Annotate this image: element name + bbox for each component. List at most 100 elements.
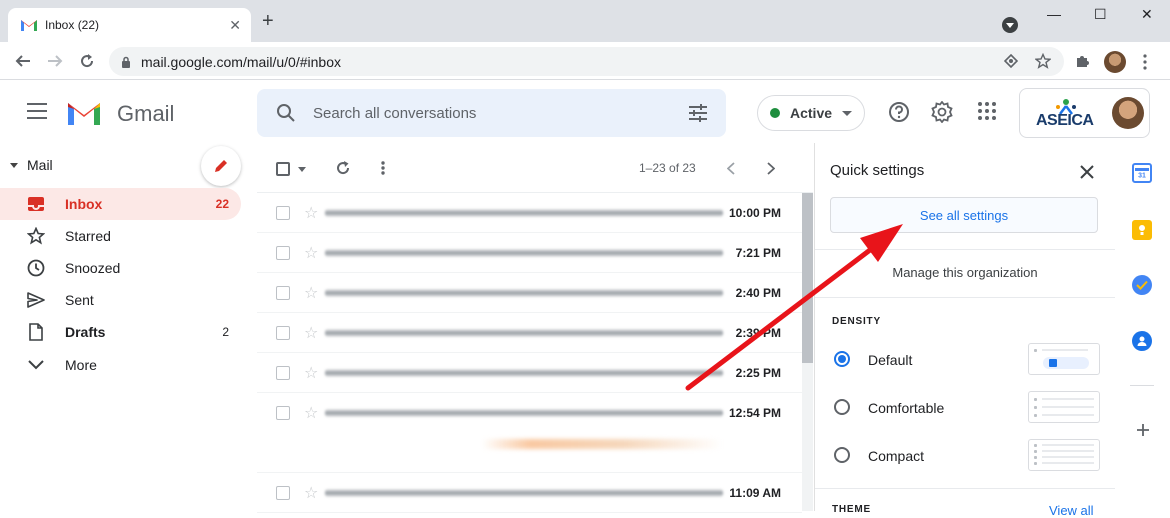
window-maximize-button[interactable]: ☐ — [1094, 6, 1107, 23]
select-all-checkbox[interactable] — [276, 162, 290, 176]
row-checkbox[interactable] — [276, 206, 290, 220]
bookmark-star-icon[interactable] — [1035, 53, 1051, 69]
new-tab-button[interactable]: + — [262, 11, 274, 31]
mail-section-label: Mail — [27, 157, 53, 173]
message-time: 12:54 PM — [728, 406, 781, 420]
status-active-dot-icon — [770, 108, 780, 118]
message-time: 2:40 PM — [735, 286, 781, 300]
blurred-message-content — [325, 329, 723, 337]
sidebar-item-more[interactable]: More — [0, 349, 241, 381]
caret-down-icon — [10, 162, 18, 168]
more-options-icon[interactable] — [381, 161, 385, 175]
help-icon[interactable] — [888, 101, 910, 123]
refresh-icon[interactable] — [335, 160, 351, 176]
sidebar-item-sent[interactable]: Sent — [0, 284, 241, 316]
unread-count: 22 — [215, 197, 229, 211]
keep-icon[interactable] — [1132, 220, 1152, 240]
next-page-icon[interactable] — [767, 162, 775, 175]
table-row[interactable]: ☆ 11:09 AM — [257, 473, 802, 513]
settings-gear-icon[interactable] — [931, 101, 953, 123]
get-add-ons-plus-icon[interactable] — [1136, 423, 1150, 437]
star-icon[interactable]: ☆ — [304, 483, 318, 503]
table-row[interactable]: ☆ 2:39 PM — [257, 313, 802, 353]
density-comfortable-preview[interactable] — [1028, 391, 1100, 423]
star-icon[interactable]: ☆ — [304, 403, 318, 423]
back-arrow-icon[interactable] — [14, 52, 32, 70]
divider — [815, 488, 1115, 489]
manage-organization-link[interactable]: Manage this organization — [815, 265, 1115, 280]
avatar[interactable] — [1112, 97, 1144, 129]
window-minimize-button[interactable]: — — [1047, 6, 1061, 22]
row-checkbox[interactable] — [276, 326, 290, 340]
account-switcher[interactable]: ASEICA — [1019, 88, 1150, 138]
message-time: 11:09 AM — [729, 486, 781, 500]
density-compact-label[interactable]: Compact — [868, 448, 924, 464]
sidebar-item-inbox[interactable]: Inbox 22 — [0, 188, 241, 220]
close-icon[interactable] — [1080, 165, 1094, 179]
tasks-icon[interactable] — [1132, 275, 1152, 295]
row-checkbox[interactable] — [276, 286, 290, 300]
calendar-icon[interactable]: 31 — [1132, 163, 1152, 183]
compose-button[interactable] — [201, 146, 241, 186]
sidebar-item-drafts[interactable]: Drafts 2 — [0, 316, 241, 348]
gmail-favicon-icon — [21, 20, 37, 31]
density-default-radio[interactable] — [834, 351, 850, 367]
tab-close-icon[interactable]: ✕ — [229, 17, 241, 34]
table-row[interactable]: ☆ 2:40 PM — [257, 273, 802, 313]
status-label: Active — [790, 105, 833, 121]
gmail-logo-icon[interactable] — [66, 99, 102, 127]
apps-grid-icon[interactable] — [977, 101, 997, 121]
density-comfortable-radio[interactable] — [834, 399, 850, 415]
chrome-profile-avatar[interactable] — [1104, 51, 1126, 73]
table-row[interactable]: ☆ 10:00 PM — [257, 193, 802, 233]
star-icon[interactable]: ☆ — [304, 243, 318, 263]
star-icon[interactable]: ☆ — [304, 203, 318, 223]
density-default-preview[interactable] — [1028, 343, 1100, 375]
star-icon[interactable]: ☆ — [304, 323, 318, 343]
theme-heading: THEME — [832, 504, 871, 515]
chrome-menu-icon[interactable] — [1142, 54, 1148, 70]
density-compact-preview[interactable] — [1028, 439, 1100, 471]
status-selector[interactable]: Active — [757, 95, 865, 131]
density-compact-radio[interactable] — [834, 447, 850, 463]
reload-icon[interactable] — [78, 52, 96, 70]
contacts-icon[interactable] — [1132, 331, 1152, 351]
browser-profile-menu-icon[interactable] — [1002, 17, 1018, 33]
organization-name: ASEICA — [1036, 112, 1094, 129]
install-app-icon[interactable] — [1004, 54, 1018, 68]
density-default-label[interactable]: Default — [868, 352, 912, 368]
extensions-puzzle-icon[interactable] — [1075, 53, 1091, 69]
select-options-chevron-icon[interactable] — [298, 167, 306, 172]
row-checkbox[interactable] — [276, 366, 290, 380]
search-options-icon[interactable] — [688, 104, 708, 122]
previous-page-icon[interactable] — [727, 162, 735, 175]
star-icon[interactable]: ☆ — [304, 363, 318, 383]
table-row[interactable]: ☆ 2:25 PM — [257, 353, 802, 393]
address-bar[interactable]: mail.google.com/mail/u/0/#inbox — [109, 47, 1064, 76]
forward-arrow-icon[interactable] — [46, 52, 64, 70]
main-menu-icon[interactable] — [27, 103, 47, 119]
search-input[interactable]: Search all conversations — [257, 89, 726, 137]
table-row[interactable]: ☆ 12:54 PM — [257, 393, 802, 473]
blurred-message-content — [325, 409, 723, 417]
sidebar-item-label: Sent — [65, 292, 94, 308]
star-icon[interactable]: ☆ — [304, 283, 318, 303]
blurred-message-content — [325, 289, 723, 297]
list-scrollbar-thumb[interactable] — [802, 193, 813, 363]
browser-tab-inbox[interactable]: Inbox (22) ✕ — [8, 8, 251, 42]
window-close-button[interactable]: ✕ — [1141, 6, 1153, 23]
pencil-icon — [215, 160, 227, 172]
mail-section-header[interactable]: Mail — [10, 157, 53, 173]
inbox-icon — [26, 194, 46, 214]
browser-tab-strip: Inbox (22) ✕ + — ☐ ✕ — [0, 0, 1170, 42]
gmail-product-name[interactable]: Gmail — [117, 101, 174, 127]
row-checkbox[interactable] — [276, 486, 290, 500]
row-checkbox[interactable] — [276, 406, 290, 420]
search-icon[interactable] — [275, 102, 297, 124]
row-checkbox[interactable] — [276, 246, 290, 260]
see-all-settings-button[interactable]: See all settings — [830, 197, 1098, 233]
sidebar-item-starred[interactable]: Starred — [0, 220, 241, 252]
table-row[interactable]: ☆ 7:21 PM — [257, 233, 802, 273]
density-comfortable-label[interactable]: Comfortable — [868, 400, 944, 416]
sidebar-item-snoozed[interactable]: Snoozed — [0, 252, 241, 284]
